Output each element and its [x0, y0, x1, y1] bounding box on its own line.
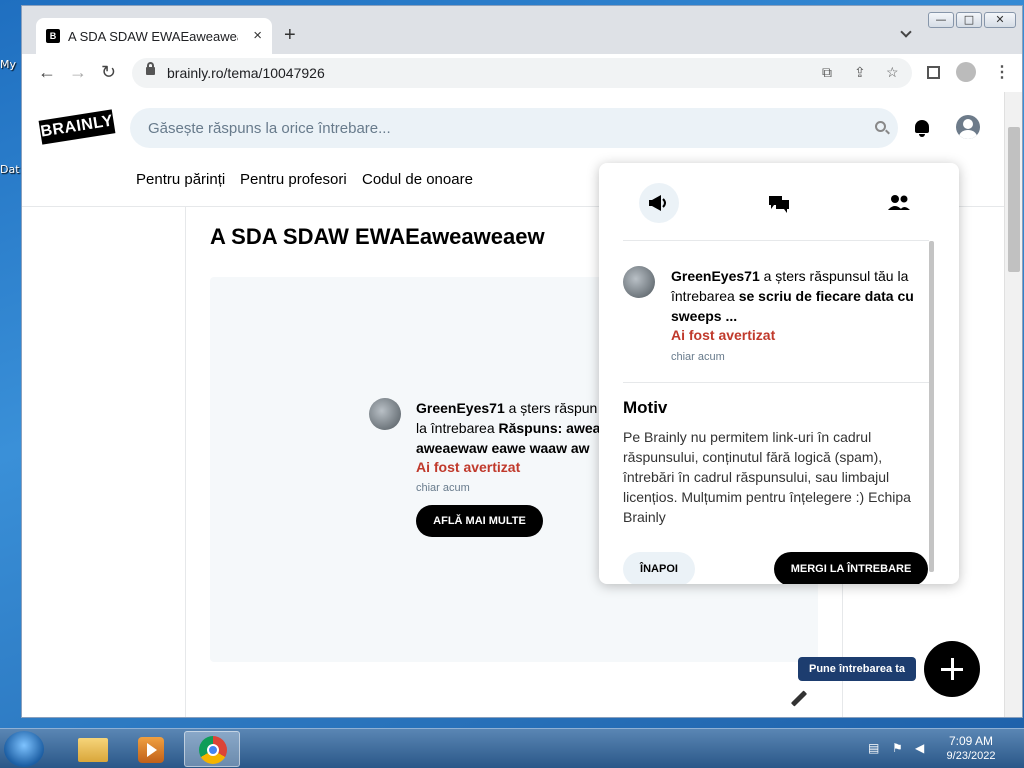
tab-title: A SDA SDAW EWAEaweaweaew	[68, 29, 238, 44]
pencil-icon[interactable]	[790, 690, 808, 707]
question-title: A SDA SDAW EWAEaweaweaew	[210, 224, 545, 249]
flag-icon[interactable]: ⚑	[892, 741, 906, 755]
share-icon[interactable]: ⇪	[854, 64, 866, 81]
megaphone-icon[interactable]	[639, 183, 679, 223]
minimize-button[interactable]: —	[928, 12, 954, 28]
star-icon[interactable]: ☆	[886, 64, 899, 81]
notifications-popup: GreenEyes71 a șters răspunsul tău la înt…	[599, 163, 959, 584]
maximize-button[interactable]: □	[956, 12, 982, 28]
browser-window: — □ ✕ B A SDA SDAW EWAEaweaweaew × + ← →…	[21, 5, 1023, 718]
translate-icon[interactable]: ⧉	[822, 64, 832, 81]
volume-icon[interactable]: ◀	[915, 741, 929, 755]
popup-warning-text: Ai fost avertizat	[671, 327, 776, 343]
popup-divider	[623, 240, 929, 241]
people-icon[interactable]	[879, 183, 919, 223]
folder-icon	[78, 738, 108, 762]
chrome-taskbar-button[interactable]	[184, 731, 240, 767]
media-player-taskbar-button[interactable]	[124, 731, 180, 767]
column-divider	[185, 206, 186, 717]
network-icon[interactable]: ▤	[868, 741, 882, 755]
new-tab-button[interactable]: +	[284, 25, 296, 45]
go-to-question-button[interactable]: MERGI LA ÎNTREBARE	[774, 552, 928, 584]
user-avatar[interactable]	[369, 398, 401, 430]
nav-link-parents[interactable]: Pentru părinți	[136, 171, 225, 188]
menu-icon[interactable]: ⋮	[994, 62, 1010, 82]
popup-scrollbar[interactable]	[929, 241, 934, 572]
tab-close-icon[interactable]: ×	[253, 27, 262, 44]
popup-divider	[623, 382, 929, 383]
desktop-icon-label[interactable]: My	[0, 58, 22, 71]
profile-icon[interactable]	[956, 62, 976, 82]
warning-text: Ai fost avertizat	[416, 459, 521, 475]
nav-link-teachers[interactable]: Pentru profesori	[240, 171, 347, 188]
popup-timestamp: chiar acum	[671, 351, 725, 363]
media-player-icon	[138, 737, 164, 763]
taskbar-clock[interactable]: 7:09 AM 9/23/2022	[940, 734, 1002, 764]
plus-icon[interactable]	[924, 641, 980, 697]
user-avatar[interactable]	[623, 266, 655, 298]
brainly-favicon-icon: B	[46, 29, 60, 43]
sidepanel-icon[interactable]	[927, 66, 940, 79]
avatar-icon[interactable]	[956, 115, 980, 139]
browser-toolbar: ← → ↻ brainly.ro/tema/10047926 ⧉ ⇪ ☆ ⋮	[22, 54, 1022, 92]
start-button[interactable]	[4, 731, 44, 767]
reload-icon[interactable]: ↻	[101, 61, 116, 83]
timestamp: chiar acum	[416, 482, 470, 494]
clock-date: 9/23/2022	[946, 750, 996, 762]
tab-search-chevron-icon[interactable]	[900, 26, 912, 38]
notification-user[interactable]: GreenEyes71	[416, 400, 505, 416]
scrollbar-thumb[interactable]	[1008, 127, 1020, 272]
notification-text: GreenEyes71 a șters răspun la întrebarea…	[416, 400, 601, 456]
search-icon[interactable]	[875, 121, 886, 132]
close-window-button[interactable]: ✕	[984, 12, 1016, 28]
bell-icon[interactable]	[915, 120, 929, 137]
chat-icon[interactable]	[759, 183, 799, 223]
nav-link-honor-code[interactable]: Codul de onoare	[362, 171, 473, 188]
back-button[interactable]: ÎNAPOI	[623, 552, 695, 584]
search-input[interactable]	[148, 108, 848, 148]
page-viewport: BRAINLY Pentru părinți Pentru profesori …	[22, 92, 1004, 717]
taskbar: ▤ ⚑ ◀ 7:09 AM 9/23/2022	[0, 728, 1024, 768]
desktop-icon-label[interactable]: Dat	[0, 163, 22, 176]
learn-more-button[interactable]: AFLĂ MAI MULTE	[416, 505, 543, 537]
reason-text: Pe Brainly nu permitem link-uri în cadru…	[623, 429, 911, 525]
back-arrow-icon[interactable]: ←	[38, 61, 56, 83]
reason-heading: Motiv	[623, 398, 668, 417]
popup-notification-text: GreenEyes71 a șters răspunsul tău la înt…	[671, 268, 914, 324]
address-bar[interactable]: brainly.ro/tema/10047926 ⧉ ⇪ ☆	[132, 58, 912, 88]
ask-question-label[interactable]: Pune întrebarea ta	[798, 657, 916, 681]
chrome-icon	[199, 736, 227, 764]
popup-notification-user[interactable]: GreenEyes71	[671, 268, 760, 284]
clock-time: 7:09 AM	[948, 734, 994, 748]
forward-arrow-icon[interactable]: →	[69, 61, 87, 83]
brainly-logo[interactable]: BRAINLY	[38, 109, 116, 145]
search-bar[interactable]	[130, 108, 898, 148]
lock-icon[interactable]	[146, 62, 155, 75]
url-text[interactable]: brainly.ro/tema/10047926	[167, 65, 325, 81]
page-scrollbar[interactable]	[1004, 92, 1022, 717]
explorer-taskbar-button[interactable]	[64, 731, 120, 767]
browser-tab[interactable]: B A SDA SDAW EWAEaweaweaew ×	[36, 18, 272, 54]
